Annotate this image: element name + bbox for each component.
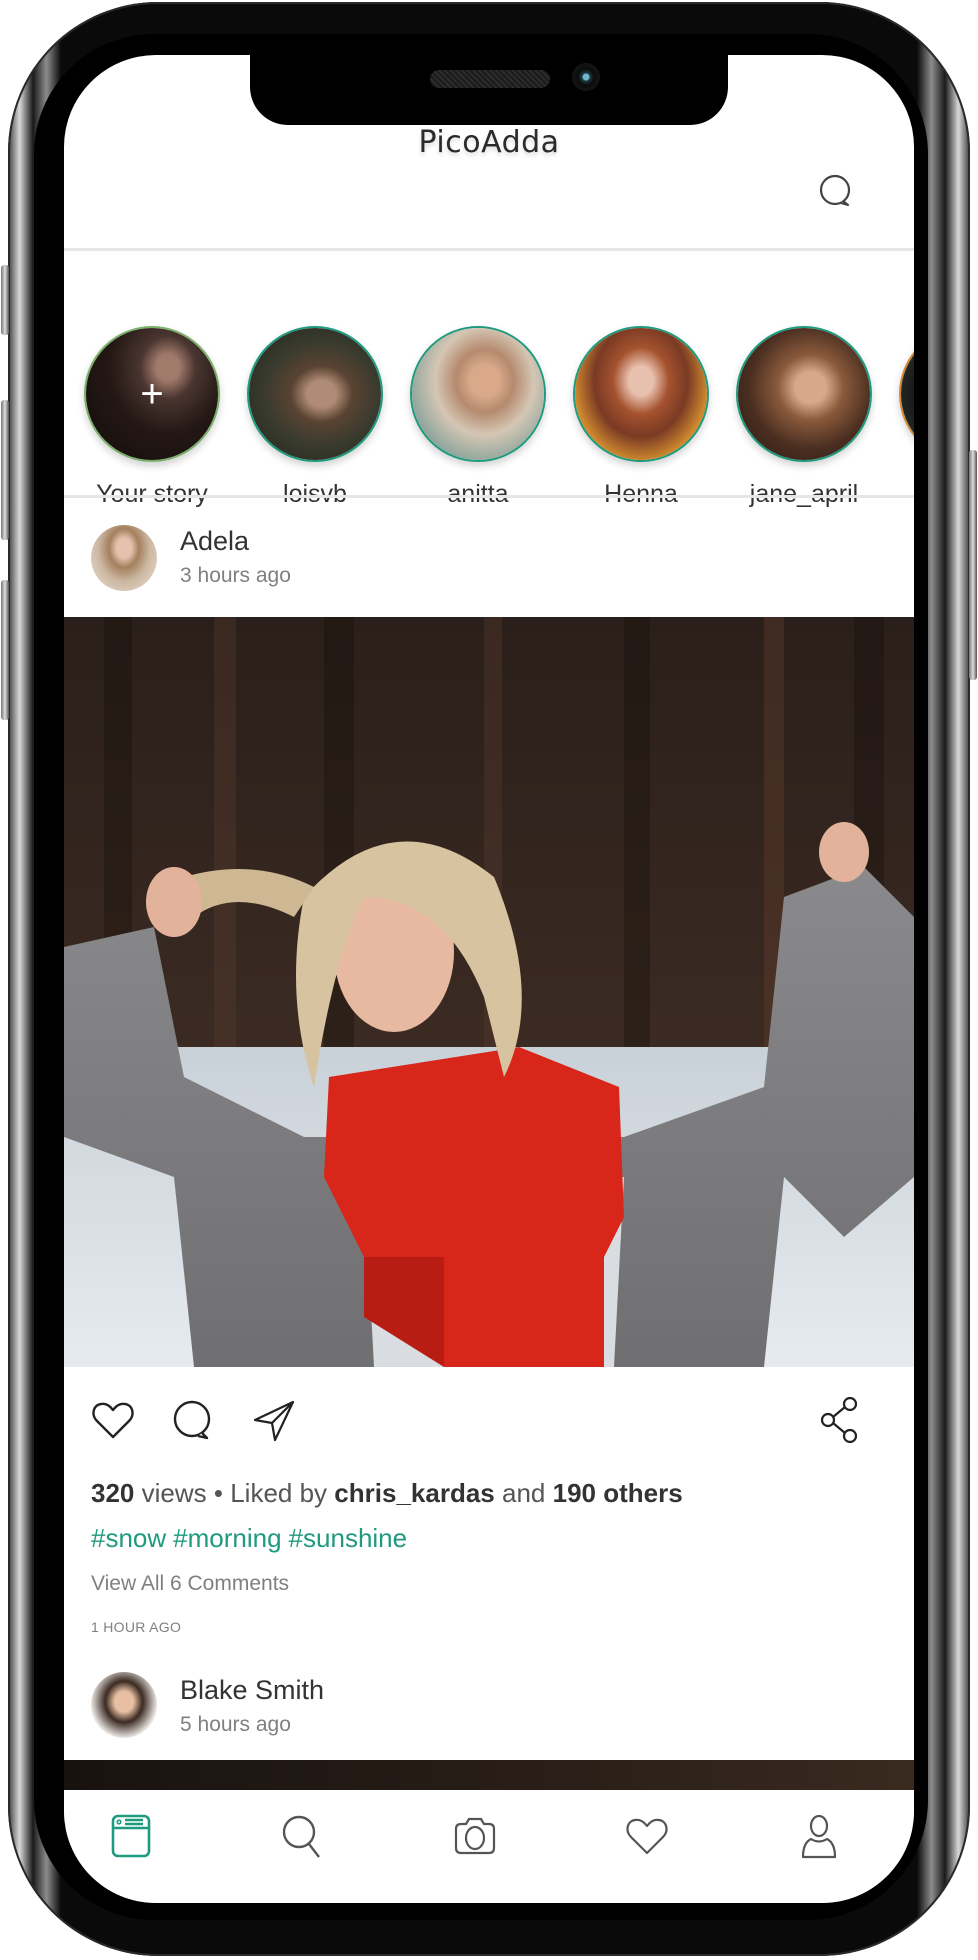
post-time: 5 hours ago [180, 1713, 291, 1736]
liked-by-joiner: and [501, 1478, 546, 1508]
volume-down-button [1, 580, 9, 720]
story-anitta[interactable]: anitta [408, 326, 548, 509]
share-button[interactable] [817, 1396, 865, 1444]
post-image[interactable] [64, 617, 914, 1367]
add-story-icon[interactable]: + [140, 374, 163, 414]
app-logo[interactable]: PicoAdda [64, 125, 914, 160]
story-photo [412, 328, 544, 460]
post-photo [64, 617, 914, 1367]
post-author[interactable]: Blake Smith [180, 1675, 324, 1706]
tab-search[interactable] [278, 1811, 328, 1861]
story-avatar [410, 326, 546, 462]
notch [250, 55, 728, 125]
heart-icon [92, 1402, 134, 1439]
author-avatar[interactable] [91, 1672, 157, 1738]
post-timestamp: 1 HOUR AGO [91, 1619, 182, 1635]
feed-icon [111, 1814, 151, 1858]
front-camera [572, 63, 600, 91]
volume-up-button [1, 400, 9, 540]
story-avatar [736, 326, 872, 462]
profile-icon [801, 1814, 837, 1859]
bottom-tab-bar [64, 1790, 914, 1903]
post-image[interactable] [64, 1760, 914, 1790]
liked-by-prefix: Liked by [230, 1478, 328, 1508]
comment-icon [173, 1400, 211, 1440]
tab-profile[interactable] [794, 1811, 844, 1861]
story-photo [738, 328, 870, 460]
view-comments-link[interactable]: View All 6 Comments [91, 1572, 289, 1596]
author-avatar[interactable] [91, 525, 157, 591]
views-label: views [141, 1478, 207, 1508]
story-avatar [573, 326, 709, 462]
send-icon [253, 1400, 295, 1442]
heart-icon [626, 1818, 668, 1855]
stats-separator: • [213, 1478, 223, 1508]
speaker-grille [430, 70, 550, 88]
mute-switch [1, 265, 9, 335]
comment-button[interactable] [169, 1396, 217, 1444]
share-icon [820, 1396, 858, 1444]
story-avatar [247, 326, 383, 462]
tab-feed[interactable] [106, 1811, 156, 1861]
post-time: 3 hours ago [180, 564, 291, 587]
story-photo [901, 328, 914, 460]
liked-by-user[interactable]: chris_kardas [334, 1478, 494, 1508]
tab-camera[interactable] [450, 1811, 500, 1861]
story-avatar [899, 326, 914, 462]
hashtag-link[interactable]: #snow [91, 1523, 166, 1553]
post-author[interactable]: Adela [180, 526, 249, 557]
power-button [969, 450, 977, 680]
story-avatar: + [84, 326, 220, 462]
messages-button[interactable] [817, 172, 857, 212]
camera-icon [454, 1817, 496, 1855]
send-button[interactable] [251, 1396, 299, 1444]
app-screen: PicoAdda + Your story loisvb anitta Henn… [64, 55, 914, 1903]
story-partial[interactable] [897, 326, 914, 462]
likes-others[interactable]: 190 others [553, 1478, 683, 1508]
hashtags: #snow #morning #sunshine [91, 1523, 414, 1554]
hashtag-link[interactable]: #morning [173, 1523, 281, 1553]
story-photo [575, 328, 707, 460]
tab-activity[interactable] [622, 1811, 672, 1861]
story-loisvb[interactable]: loisvb [245, 326, 385, 509]
post-header: Adela 3 hours ago [64, 498, 914, 618]
search-icon [282, 1815, 320, 1858]
hashtag-link[interactable]: #sunshine [289, 1523, 408, 1553]
story-your-story[interactable]: + Your story [82, 326, 222, 509]
post-actions [64, 1396, 914, 1456]
like-button[interactable] [89, 1396, 137, 1444]
post-stats: 320 views • Liked by chris_kardas and 19… [91, 1478, 683, 1509]
story-photo [249, 328, 381, 460]
story-henna[interactable]: Henna [571, 326, 711, 509]
chat-bubble-icon [819, 174, 851, 207]
views-count: 320 [91, 1478, 135, 1508]
story-jane-april[interactable]: jane_april [734, 326, 874, 509]
post-header: Blake Smith 5 hours ago [64, 1645, 914, 1765]
